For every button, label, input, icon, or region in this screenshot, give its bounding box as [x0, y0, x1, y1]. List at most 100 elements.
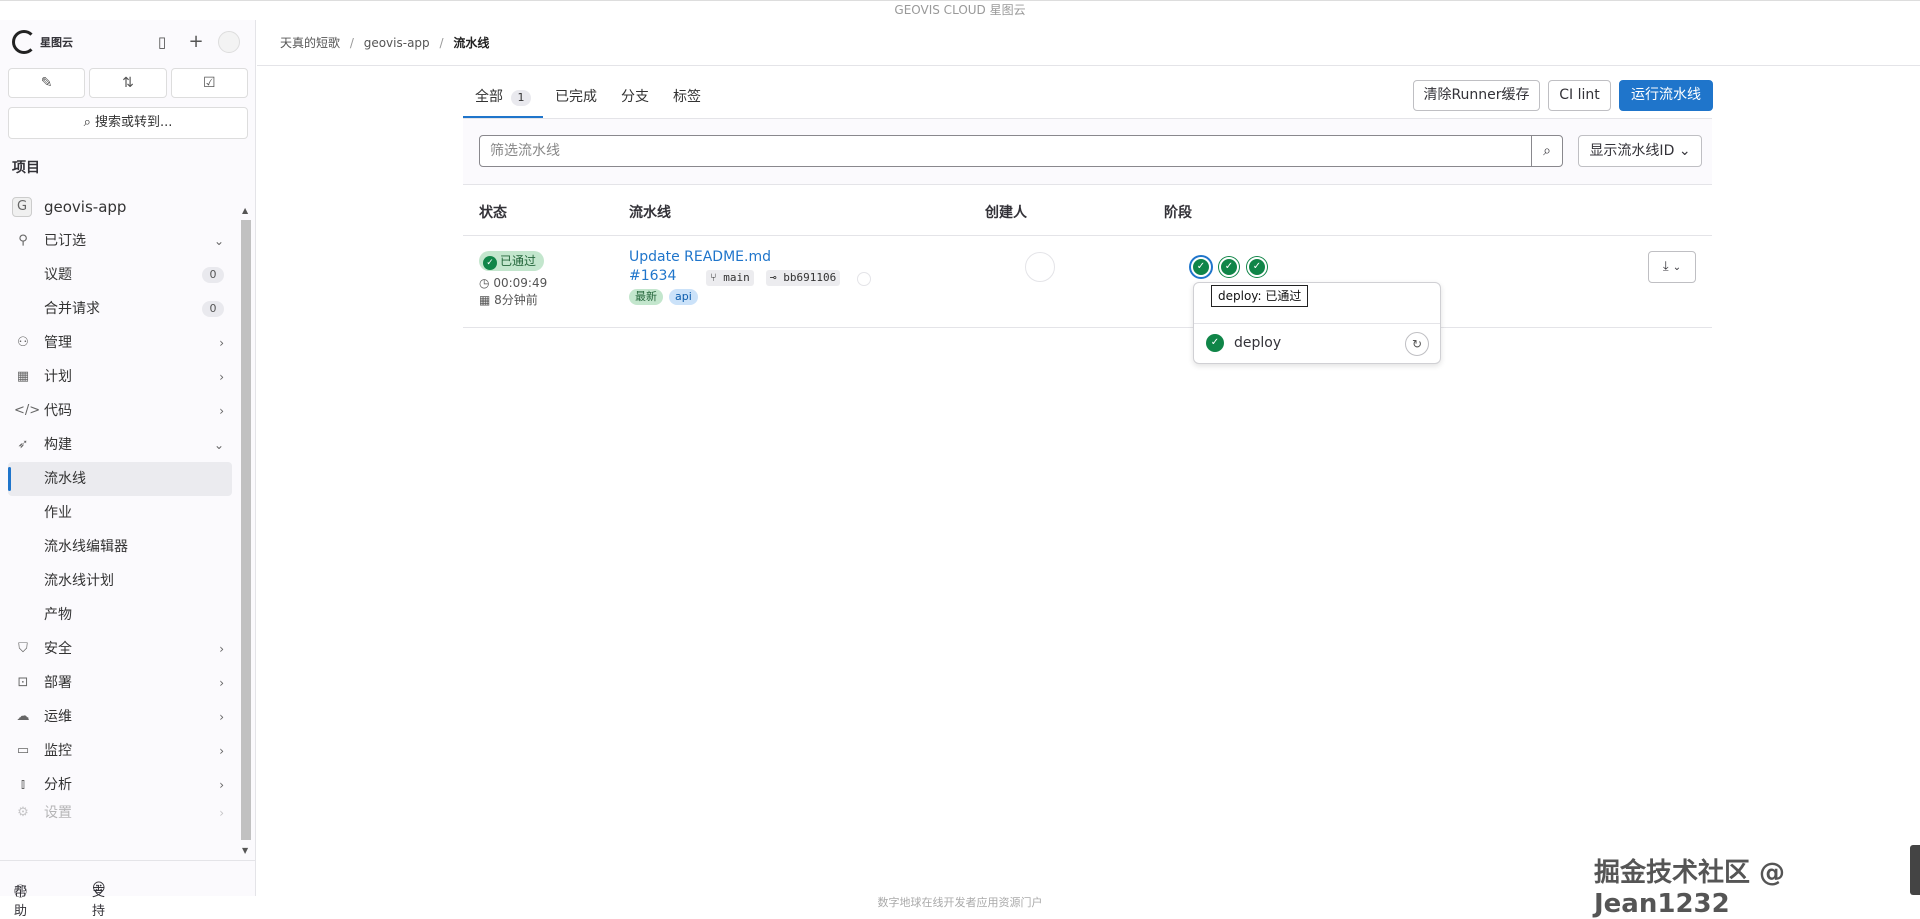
stage-status-icon[interactable]: ✓ [1247, 257, 1267, 277]
sidebar-item-label: 流水线计划 [44, 573, 114, 589]
divider [257, 65, 1920, 66]
branch-icon: ⑂ [710, 271, 724, 284]
breadcrumb-item-project[interactable]: geovis-app [364, 36, 430, 50]
sidebar-item-label: 分析 [44, 777, 72, 793]
stage-deploy-status-icon[interactable]: ✓ [1191, 257, 1211, 277]
table-row: ✓ 已通过 ◷ 00:09:49 ▦ 8分钟前 Update README.md … [463, 236, 1712, 328]
sidebar-item-deploy[interactable]: ⊡ 部署 › [0, 666, 236, 700]
sidebar-item-label: 已订选 [44, 233, 86, 249]
logo-icon [12, 30, 36, 54]
sidebar-item-label: 议题 [44, 267, 72, 283]
sidebar-item-analyze[interactable]: ⫾ 分析 › [0, 768, 236, 802]
breadcrumb-item-user[interactable]: 天真的短歌 [280, 36, 340, 50]
job-name-link[interactable]: deploy [1234, 335, 1281, 351]
chevron-right-icon: › [219, 710, 224, 724]
issues-shortcut-icon[interactable]: ✎ [8, 68, 86, 98]
edge-widget [1910, 845, 1920, 895]
chevron-down-icon: ⌄ [1678, 143, 1691, 159]
chevron-right-icon: › [219, 370, 224, 384]
branch-name: main [723, 271, 750, 284]
sidebar-project[interactable]: G geovis-app [0, 190, 236, 224]
toggle-sidebar-icon[interactable]: ▯ [152, 32, 172, 52]
column-pipeline: 流水线 [629, 205, 671, 221]
sidebar-item-code[interactable]: </> 代码 › [0, 394, 236, 428]
user-avatar[interactable] [218, 31, 240, 53]
branch-ref[interactable]: ⑂ main [706, 270, 754, 286]
watermark: 掘金技术社区 @ Jean1232 [1594, 858, 1786, 919]
sidebar-item-label: 作业 [44, 505, 72, 521]
scrollbar-thumb[interactable] [241, 220, 251, 840]
sidebar-item-label: 部署 [44, 675, 72, 691]
sidebar-item-pipeline-editor[interactable]: 流水线编辑器 [0, 530, 236, 564]
filter-bar: 筛选流水线 ⌕ 显示流水线ID ⌄ [463, 119, 1712, 185]
tab-finished[interactable]: 已完成 [543, 80, 609, 118]
calendar-icon: ▦ [16, 369, 30, 384]
divider [1194, 323, 1440, 324]
sidebar-item-jobs[interactable]: 作业 [0, 496, 236, 530]
check-circle-icon: ✓ [1206, 334, 1224, 352]
shield-icon: ⛉ [18, 641, 28, 656]
calendar-icon: ▦ [479, 293, 491, 307]
check-circle-icon: ✓ [483, 256, 497, 270]
search-icon: ⌕ [83, 115, 95, 130]
monitor-icon: ▭ [16, 743, 30, 758]
retry-icon[interactable]: ↻ [1405, 332, 1429, 356]
sidebar-item-pipelines[interactable]: 流水线 [8, 462, 232, 496]
commit-sha[interactable]: ⊸ bb691106 [766, 270, 841, 286]
sidebar-item-settings[interactable]: ⚙ 设置 › [0, 802, 236, 824]
sidebar-item-operate[interactable]: ☁ 运维 › [0, 700, 236, 734]
copy-icon[interactable] [857, 272, 871, 286]
sidebar-item-security[interactable]: ⛉ 安全 › [0, 632, 236, 666]
run-pipeline-button[interactable]: 运行流水线 [1619, 80, 1713, 111]
sidebar-item-plan[interactable]: ▦ 计划 › [0, 360, 236, 394]
status-badge[interactable]: ✓ 已通过 [479, 251, 545, 271]
sidebar-item-label: 构建 [44, 437, 72, 453]
rocket-icon: ➶ [17, 437, 29, 452]
sidebar-item-label: 计划 [44, 369, 72, 385]
search-button[interactable]: ⌕ 搜索或转到... [8, 107, 248, 139]
show-pipeline-id-dropdown[interactable]: 显示流水线ID ⌄ [1578, 135, 1702, 167]
sidebar-scrollbar[interactable]: ▲ ▼ [240, 206, 252, 856]
download-icon: ⤓ [1662, 259, 1669, 274]
stage-status-icon[interactable]: ✓ [1219, 257, 1239, 277]
sidebar-item-build[interactable]: ➶ 构建 ⌄ [0, 428, 236, 462]
tab-all[interactable]: 全部 1 [463, 80, 543, 118]
tab-tags[interactable]: 标签 [661, 80, 713, 118]
sidebar-item-merge-requests[interactable]: 合并请求 0 [0, 292, 236, 326]
count-badge: 0 [202, 267, 224, 283]
scroll-down-icon[interactable]: ▼ [242, 846, 248, 855]
filter-pipelines-input[interactable]: 筛选流水线 [479, 135, 1532, 167]
download-artifacts-button[interactable]: ⤓ ⌄ [1648, 251, 1696, 283]
merge-requests-shortcut-icon[interactable]: ⇅ [89, 68, 167, 98]
ci-lint-button[interactable]: CI lint [1548, 80, 1611, 111]
sidebar-item-monitor[interactable]: ▭ 监控 › [0, 734, 236, 768]
finished-value: 8分钟前 [494, 293, 538, 307]
logo[interactable]: 星图云 [12, 30, 73, 54]
sidebar-item-issues[interactable]: 议题 0 [0, 258, 236, 292]
clear-runner-cache-button[interactable]: 清除Runner缓存 [1413, 80, 1540, 111]
sidebar-item-pinned[interactable]: ⚲ 已订选 ⌄ [0, 224, 236, 258]
todo-shortcut-icon[interactable]: ☑ [170, 68, 248, 98]
tab-branches[interactable]: 分支 [609, 80, 661, 118]
scroll-up-icon[interactable]: ▲ [242, 206, 248, 215]
sidebar-item-label: 设置 [44, 805, 72, 821]
sidebar-nav: G geovis-app ⚲ 已订选 ⌄ 议题 0 合并请求 0 ⚇ 管理 › ▦ 计划 › <… [0, 190, 236, 824]
status-label: 已通过 [500, 254, 537, 268]
main-content: 天真的短歌 / geovis-app / 流水线 全部 1 已完成 分支 标签 清… [257, 20, 1920, 896]
sidebar-item-manage[interactable]: ⚇ 管理 › [0, 326, 236, 360]
chevron-right-icon: › [219, 806, 224, 820]
sidebar-item-artifacts[interactable]: 产物 [0, 598, 236, 632]
tab-label: 分支 [621, 89, 649, 105]
avatar[interactable] [1025, 252, 1055, 282]
plus-icon[interactable]: + [186, 32, 206, 52]
pipeline-id-link[interactable]: #1634 [629, 268, 676, 284]
sidebar-item-pipeline-schedules[interactable]: 流水线计划 [0, 564, 236, 598]
logo-text: 星图云 [40, 36, 73, 49]
chevron-right-icon: › [219, 744, 224, 758]
column-creator: 创建人 [985, 205, 1027, 221]
chevron-down-icon: ⌄ [213, 234, 224, 248]
sidebar-item-label: 运维 [44, 709, 72, 725]
commit-title-link[interactable]: Update README.md [629, 249, 771, 265]
sidebar-item-label: 流水线编辑器 [44, 539, 128, 555]
search-icon[interactable]: ⌕ [1531, 135, 1563, 167]
